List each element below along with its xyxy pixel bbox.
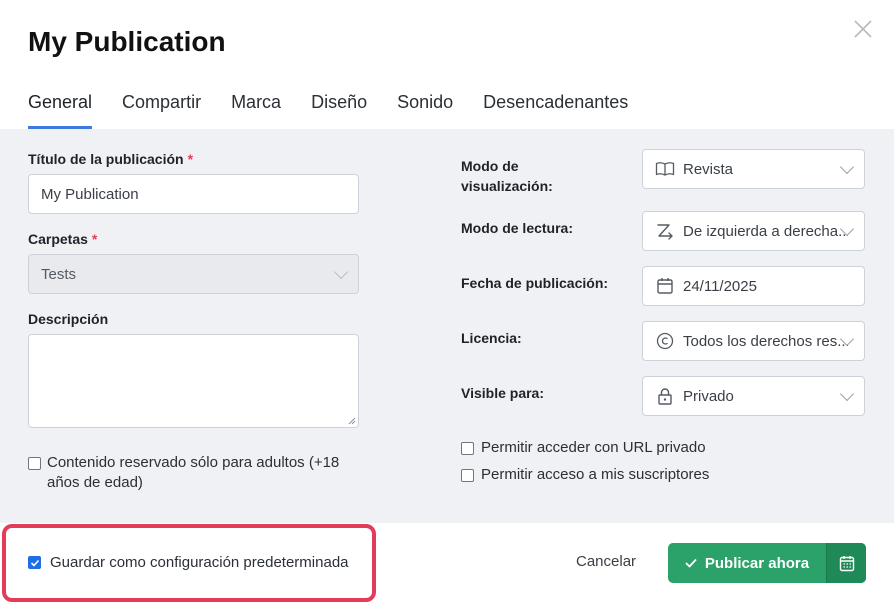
reading-mode-label: Modo de lectura: (461, 220, 574, 236)
view-mode-label-line1: Modo de (461, 158, 519, 174)
subscribers-label: Permitir acceso a mis suscriptores (481, 466, 710, 483)
visibility-select[interactable]: Privado (642, 376, 865, 416)
adult-content-checkbox[interactable] (28, 457, 41, 470)
book-icon (655, 159, 675, 179)
private-url-checkbox[interactable] (461, 442, 474, 455)
description-label: Descripción (28, 311, 109, 327)
publication-date-label: Fecha de publicación: (461, 275, 609, 291)
folders-label-text: Carpetas (28, 231, 88, 247)
view-mode-select[interactable]: Revista (642, 149, 865, 189)
private-url-label: Permitir acceder con URL privado (481, 439, 706, 456)
reading-mode-value: De izquierda a derecha... (683, 222, 848, 240)
view-mode-label-line2: visualización: (461, 178, 553, 194)
tab-desencadenantes[interactable]: Desencadenantes (483, 90, 628, 129)
required-mark: * (91, 231, 98, 247)
resize-grip-icon[interactable] (348, 417, 356, 425)
required-mark: * (187, 151, 194, 167)
reading-mode-select[interactable]: De izquierda a derecha... (642, 211, 865, 251)
publish-now-button[interactable]: Publicar ahora (668, 543, 826, 583)
schedule-calendar-icon (839, 555, 854, 571)
dialog-title: My Publication (28, 26, 226, 57)
save-default-label: Guardar como configuración predeterminad… (50, 554, 349, 571)
folders-label: Carpetas * (28, 229, 97, 249)
close-icon[interactable] (852, 18, 874, 40)
license-select[interactable]: Todos los derechos res... (642, 321, 865, 361)
check-icon (30, 559, 40, 567)
view-mode-value: Revista (683, 160, 734, 178)
tab-general[interactable]: General (28, 90, 93, 129)
description-textarea[interactable] (28, 334, 359, 428)
calendar-icon (655, 276, 675, 296)
save-default-checkbox[interactable] (28, 556, 41, 569)
tab-marca[interactable]: Marca (231, 90, 281, 129)
publication-dialog: My Publication General Compartir Marca D… (0, 0, 894, 604)
license-value: Todos los derechos res... (683, 332, 848, 350)
license-label: Licencia: (461, 330, 522, 346)
title-label-text: Título de la publicación (28, 151, 184, 167)
publication-date-value: 24/11/2025 (683, 277, 757, 295)
copyright-icon (655, 331, 675, 351)
chevron-down-icon (333, 264, 349, 280)
schedule-button[interactable] (826, 543, 866, 583)
title-label: Título de la publicación * (28, 149, 193, 169)
adult-content-label: Contenido reservado sólo para adultos (+… (47, 453, 339, 493)
check-icon (685, 558, 697, 568)
tab-diseno[interactable]: Diseño (311, 90, 367, 129)
tab-bar: General Compartir Marca Diseño Sonido De… (28, 90, 658, 130)
visibility-value: Privado (683, 387, 734, 405)
adult-content-label-line1: Contenido reservado sólo para adultos (+… (47, 454, 340, 471)
cancel-button[interactable]: Cancelar (576, 553, 636, 570)
reading-direction-icon (655, 221, 675, 241)
publish-now-label: Publicar ahora (704, 554, 810, 572)
lock-icon (655, 386, 675, 406)
tab-sonido[interactable]: Sonido (397, 90, 453, 129)
folders-select[interactable]: Tests (28, 254, 359, 294)
tab-compartir[interactable]: Compartir (122, 90, 201, 129)
title-input-value: My Publication (41, 185, 139, 203)
view-mode-label: Modo de visualización: (461, 156, 553, 196)
adult-content-label-line2: años de edad) (47, 474, 143, 491)
subscribers-checkbox[interactable] (461, 469, 474, 482)
visibility-label: Visible para: (461, 385, 545, 401)
publication-date-input[interactable]: 24/11/2025 (642, 266, 865, 306)
title-input[interactable]: My Publication (28, 174, 359, 214)
publish-button-group: Publicar ahora (668, 543, 866, 583)
folders-select-value: Tests (41, 265, 77, 283)
